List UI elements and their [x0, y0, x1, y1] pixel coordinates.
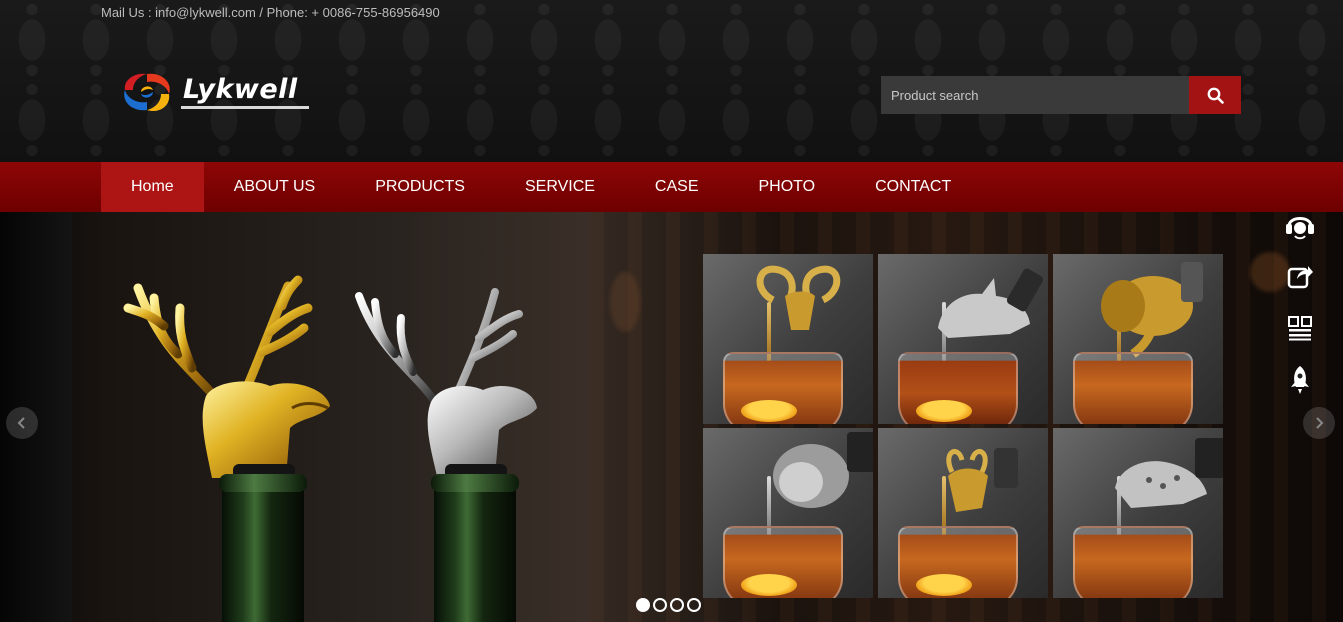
- rhino-pourer-icon: [938, 268, 1044, 338]
- share-icon: [1287, 266, 1313, 289]
- product-collage: [703, 254, 1223, 598]
- ram-pourer-icon: [756, 265, 841, 330]
- nav-item-photo[interactable]: PHOTO: [729, 162, 846, 212]
- search-button[interactable]: [1189, 76, 1241, 114]
- logo-text: Lykwell: [183, 74, 298, 105]
- green-wine-bottle: [431, 474, 519, 622]
- slider-dot-4[interactable]: [687, 598, 701, 612]
- search-icon: [1207, 87, 1224, 104]
- lion-pourer-icon: [773, 432, 873, 508]
- slider-next-button[interactable]: [1303, 407, 1335, 439]
- collage-tile-rhino: [878, 254, 1048, 424]
- share-button[interactable]: [1275, 250, 1325, 302]
- slider-dot-3[interactable]: [670, 598, 684, 612]
- leopard-pourer-icon: [1115, 438, 1223, 508]
- chevron-left-icon: [17, 417, 25, 429]
- qr-code-icon: [1288, 316, 1312, 341]
- collage-tile-bull: [878, 428, 1048, 598]
- collage-tile-leopard: [1053, 428, 1223, 598]
- logo[interactable]: Lykwell: [117, 68, 317, 116]
- header: Mail Us : info@lykwell.com / Phone: + 00…: [0, 0, 1343, 162]
- contact-info: Mail Us : info@lykwell.com / Phone: + 00…: [101, 5, 440, 20]
- elephant-pourer-icon: [1101, 262, 1203, 358]
- logo-underline: [181, 106, 309, 109]
- back-to-top-button[interactable]: [1275, 354, 1325, 406]
- page: Mail Us : info@lykwell.com / Phone: + 00…: [0, 0, 1343, 622]
- nav-item-about-us[interactable]: ABOUT US: [204, 162, 346, 212]
- collage-tile-elephant: [1053, 254, 1223, 424]
- slider-prev-button[interactable]: [6, 407, 38, 439]
- collage-tile-lion: [703, 428, 873, 598]
- search-bar: [881, 76, 1241, 114]
- green-wine-bottle: [219, 474, 307, 622]
- qr-code-button[interactable]: [1275, 302, 1325, 354]
- banner-slider: [0, 212, 1343, 622]
- floating-toolbar: [1275, 198, 1325, 406]
- nav-item-contact[interactable]: CONTACT: [845, 162, 981, 212]
- slider-dot-1[interactable]: [636, 598, 650, 612]
- chevron-right-icon: [1316, 417, 1324, 429]
- nav-item-service[interactable]: SERVICE: [495, 162, 625, 212]
- logo-swirl-icon: [124, 73, 170, 112]
- slider-pagination: [636, 598, 701, 612]
- nav-item-products[interactable]: PRODUCTS: [345, 162, 495, 212]
- rocket-top-icon: [1291, 366, 1309, 394]
- nav-item-home[interactable]: Home: [101, 162, 204, 212]
- bokeh-light: [610, 272, 640, 332]
- slider-dot-2[interactable]: [653, 598, 667, 612]
- customer-service-button[interactable]: [1275, 198, 1325, 250]
- main-nav: Home ABOUT US PRODUCTS SERVICE CASE PHOT…: [0, 162, 1343, 212]
- collage-tile-ram: [703, 254, 873, 424]
- nav-item-case[interactable]: CASE: [625, 162, 729, 212]
- search-input[interactable]: [881, 76, 1189, 114]
- headset-support-icon: [1286, 217, 1314, 240]
